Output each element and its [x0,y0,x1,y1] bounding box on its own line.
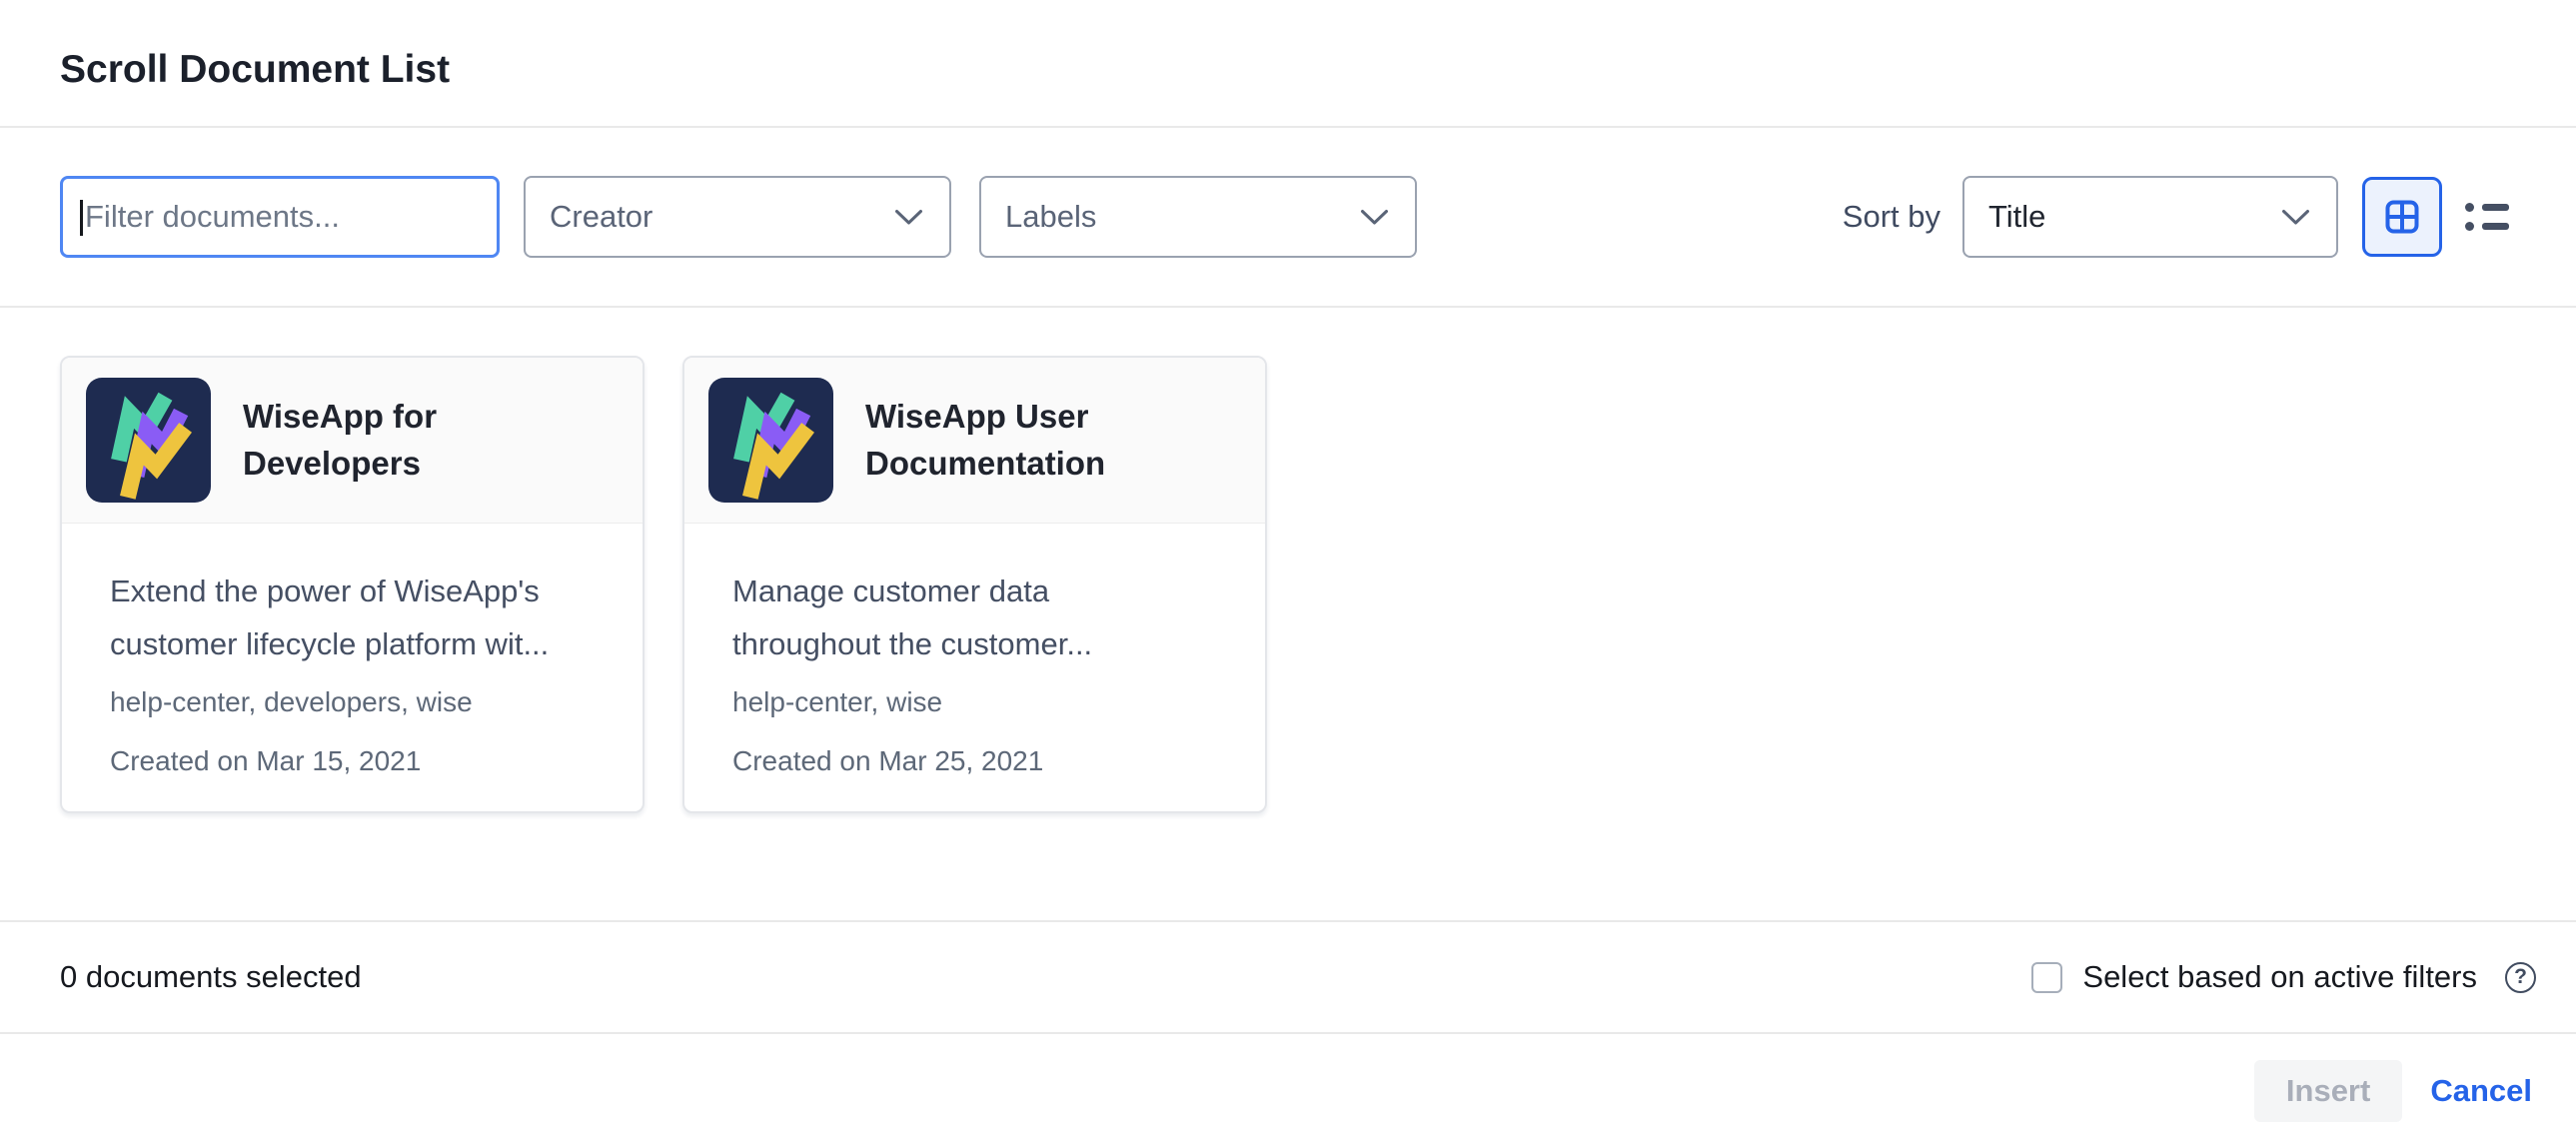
document-card-header: WiseApp User Documentation [684,358,1265,524]
document-card[interactable]: WiseApp for Developers Extend the power … [60,356,644,813]
filter-input-wrap [60,176,500,258]
document-created-date: Created on Mar 25, 2021 [732,745,1217,777]
dialog-header: Scroll Document List [0,0,2576,128]
document-card-list: WiseApp for Developers Extend the power … [0,308,2576,920]
chevron-down-icon [2281,209,2310,226]
cancel-button[interactable]: Cancel [2430,1073,2532,1109]
active-filters-group: Select based on active filters ? [2031,959,2536,995]
filter-documents-input[interactable] [60,176,500,258]
filter-toolbar: Creator Labels Sort by Title [0,128,2576,308]
document-title: WiseApp for Developers [243,394,603,488]
sort-dropdown[interactable]: Title [1962,176,2338,258]
sort-dropdown-value: Title [1988,199,2045,235]
document-labels: help-center, wise [732,686,1217,718]
wiseapp-logo-icon [86,378,211,503]
document-labels: help-center, developers, wise [110,686,595,718]
selection-count: 0 documents selected [60,959,362,995]
document-card-header: WiseApp for Developers [62,358,643,524]
select-active-filters-checkbox[interactable] [2031,962,2062,993]
document-created-date: Created on Mar 15, 2021 [110,745,595,777]
chevron-down-icon [894,209,923,226]
help-icon[interactable]: ? [2505,962,2536,993]
creator-dropdown[interactable]: Creator [524,176,951,258]
labels-dropdown[interactable]: Labels [979,176,1417,258]
list-view-button[interactable] [2454,177,2520,257]
card-view-button[interactable] [2362,177,2442,257]
selection-status-bar: 0 documents selected Select based on act… [0,920,2576,1034]
document-card-body: Extend the power of WiseApp's customer l… [62,524,643,811]
creator-dropdown-label: Creator [550,199,652,235]
grid-icon [2385,200,2419,234]
document-description: Extend the power of WiseApp's customer l… [110,566,572,670]
document-title: WiseApp User Documentation [865,394,1225,488]
dialog-actions: Insert Cancel [0,1034,2576,1122]
chevron-down-icon [1360,209,1389,226]
sort-by-label: Sort by [1843,199,1940,235]
document-description: Manage customer data throughout the cust… [732,566,1194,670]
select-active-filters-label[interactable]: Select based on active filters [2082,959,2477,995]
page-title: Scroll Document List [60,48,450,92]
list-icon [2465,203,2509,231]
wiseapp-logo-icon [708,378,833,503]
document-card-body: Manage customer data throughout the cust… [684,524,1265,811]
text-caret [80,200,83,236]
labels-dropdown-label: Labels [1005,199,1096,235]
document-card[interactable]: WiseApp User Documentation Manage custom… [682,356,1267,813]
insert-button[interactable]: Insert [2254,1060,2402,1122]
